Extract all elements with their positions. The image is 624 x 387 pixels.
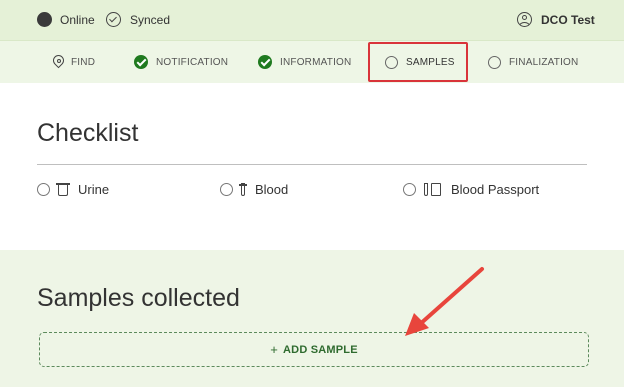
radio-button[interactable] <box>220 183 233 196</box>
samples-title: Samples collected <box>37 284 240 312</box>
sync-status: Synced <box>106 12 170 27</box>
top-status-bar: Online Synced DCO Test <box>0 0 624 40</box>
completed-check-icon <box>134 55 148 69</box>
checklist-section <box>0 83 624 250</box>
blood-tube-icon <box>239 183 247 196</box>
location-pin-icon <box>53 55 63 70</box>
radio-button[interactable] <box>403 183 416 196</box>
step-tabs: FIND NOTIFICATION INFORMATION SAMPLES FI… <box>0 40 624 84</box>
checklist-option-urine[interactable]: Urine <box>37 182 109 197</box>
tab-information[interactable]: INFORMATION <box>258 41 351 83</box>
user-name[interactable]: DCO Test <box>541 13 595 27</box>
completed-check-icon <box>258 55 272 69</box>
online-indicator-icon <box>37 12 52 27</box>
user-account-icon <box>517 12 532 27</box>
add-sample-button[interactable]: + ADD SAMPLE <box>39 332 589 367</box>
radio-button[interactable] <box>37 183 50 196</box>
user-menu[interactable]: DCO Test <box>517 12 595 27</box>
online-label: Online <box>60 12 95 27</box>
plus-icon: + <box>270 342 279 357</box>
tab-information-label[interactable]: INFORMATION <box>280 57 351 68</box>
option-blood-label: Blood <box>255 182 289 197</box>
synced-check-icon <box>106 12 121 27</box>
blood-passport-icon <box>424 183 441 196</box>
option-urine-label: Urine <box>78 182 110 197</box>
tab-notification-label[interactable]: NOTIFICATION <box>156 57 228 68</box>
tab-finalization-label[interactable]: FINALIZATION <box>509 57 578 68</box>
checklist-title: Checklist <box>37 119 139 147</box>
option-blood-passport-label: Blood Passport <box>451 182 540 197</box>
tab-find[interactable]: FIND <box>53 41 95 83</box>
tab-finalization[interactable]: FINALIZATION <box>488 41 578 83</box>
add-sample-label[interactable]: ADD SAMPLE <box>283 344 358 356</box>
tab-find-label[interactable]: FIND <box>71 57 95 68</box>
urine-cup-icon <box>56 183 70 196</box>
tab-notification[interactable]: NOTIFICATION <box>134 41 228 83</box>
checklist-option-blood[interactable]: Blood <box>220 182 288 197</box>
online-status: Online <box>37 12 95 27</box>
checklist-option-blood-passport[interactable]: Blood Passport <box>403 182 539 197</box>
checklist-divider <box>37 164 587 165</box>
samples-tab-highlight-box <box>368 42 468 82</box>
synced-label: Synced <box>130 12 171 27</box>
pending-circle-icon <box>488 55 501 69</box>
